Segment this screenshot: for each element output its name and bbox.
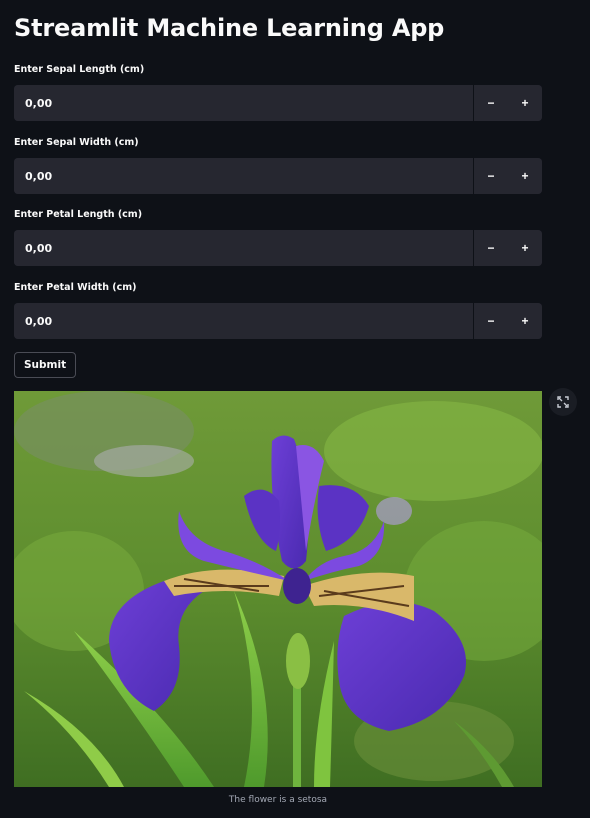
petal-width-number-input: − + <box>14 303 542 339</box>
sepal-width-increment-button[interactable]: + <box>508 158 542 194</box>
sepal-width-number-input: − + <box>14 158 542 194</box>
petal-width-label: Enter Petal Width (cm) <box>14 282 137 293</box>
sepal-width-input[interactable] <box>14 158 474 194</box>
sepal-length-label: Enter Sepal Length (cm) <box>14 64 145 75</box>
petal-width-input[interactable] <box>14 303 474 339</box>
sepal-length-decrement-button[interactable]: − <box>474 85 508 121</box>
image-caption: The flower is a setosa <box>228 795 328 805</box>
sepal-width-decrement-button[interactable]: − <box>474 158 508 194</box>
petal-length-decrement-button[interactable]: − <box>474 230 508 266</box>
petal-width-increment-button[interactable]: + <box>508 303 542 339</box>
petal-length-number-input: − + <box>14 230 542 266</box>
petal-width-field: Enter Petal Width (cm) − + <box>14 281 542 339</box>
petal-length-input[interactable] <box>14 230 474 266</box>
sepal-length-input[interactable] <box>14 85 474 121</box>
fullscreen-icon <box>557 396 569 408</box>
page-title: Streamlit Machine Learning App <box>14 14 445 42</box>
submit-button[interactable]: Submit <box>14 352 77 378</box>
petal-length-increment-button[interactable]: + <box>508 230 542 266</box>
sepal-length-increment-button[interactable]: + <box>508 85 542 121</box>
sepal-length-field: Enter Sepal Length (cm) − + <box>14 63 542 121</box>
fullscreen-button[interactable] <box>549 388 577 416</box>
flower-image <box>14 391 542 787</box>
petal-length-field: Enter Petal Length (cm) − + <box>14 208 542 266</box>
sepal-width-field: Enter Sepal Width (cm) − + <box>14 136 542 194</box>
sepal-width-label: Enter Sepal Width (cm) <box>14 137 139 148</box>
petal-width-decrement-button[interactable]: − <box>474 303 508 339</box>
sepal-length-number-input: − + <box>14 85 542 121</box>
iris-flower-illustration <box>14 391 542 787</box>
app-root: Streamlit Machine Learning App Enter Sep… <box>0 0 590 818</box>
petal-length-label: Enter Petal Length (cm) <box>14 209 143 220</box>
